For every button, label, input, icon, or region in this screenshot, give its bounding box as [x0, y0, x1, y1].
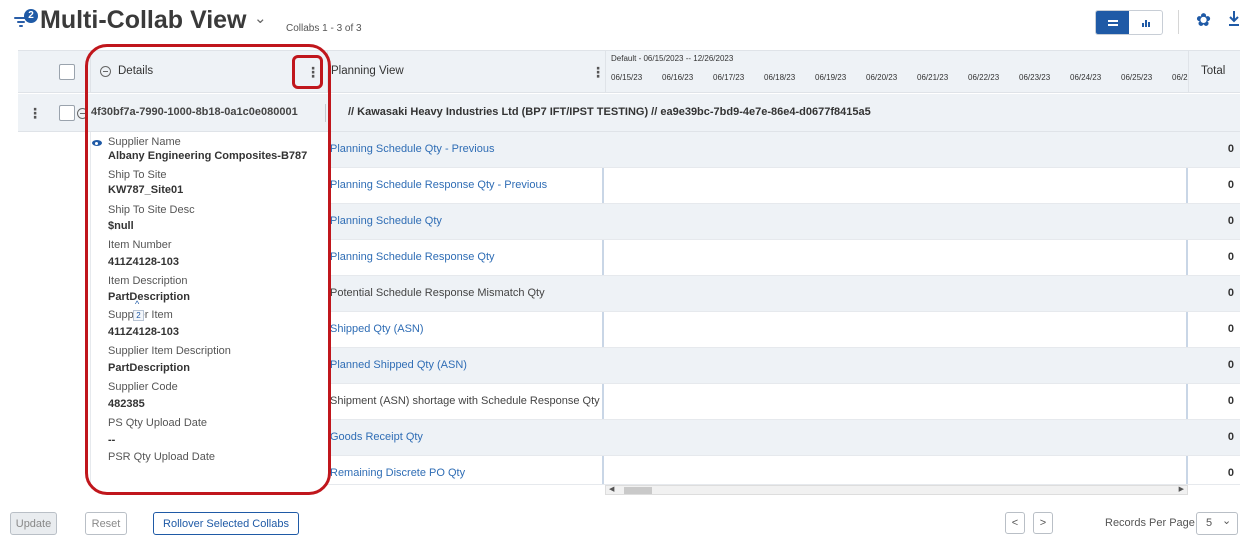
download-icon[interactable]	[1227, 8, 1241, 30]
metric-row: Planned Shipped Qty (ASN) 0	[328, 348, 1240, 384]
date-header-cell: 06/24/23	[1070, 73, 1102, 82]
details-highlight-box	[85, 44, 331, 495]
metric-total: 0	[1227, 359, 1234, 371]
filter-count-badge: 2	[24, 9, 38, 23]
planning-view-menu-icon[interactable]: ⋮	[591, 65, 605, 79]
menu-highlight-box	[292, 55, 323, 89]
rollover-selected-collabs-button[interactable]: Rollover Selected Collabs	[153, 512, 299, 535]
metric-total: 0	[1227, 251, 1234, 263]
date-header-cell: 06/19/23	[815, 73, 847, 82]
planning-view-column-header: Planning View ⋮	[327, 51, 605, 93]
select-column-header	[18, 51, 90, 93]
metric-total: 0	[1227, 179, 1234, 191]
view-toggle	[1095, 10, 1163, 35]
collab-count: Collabs 1 - 3 of 3	[286, 23, 362, 34]
scroll-right-arrow-icon[interactable]: ▶	[1179, 486, 1184, 494]
metric-link[interactable]: Planning Schedule Response Qty	[330, 251, 495, 263]
metric-link[interactable]: Planned Shipped Qty (ASN)	[330, 359, 467, 371]
records-per-page-select[interactable]: 5 ⌄	[1196, 512, 1238, 535]
metric-total: 0	[1227, 287, 1234, 299]
page-header: 2 Multi-Collab View ⌄ Collabs 1 - 3 of 3…	[0, 0, 1255, 44]
reset-button[interactable]: Reset	[85, 512, 127, 535]
metric-link[interactable]: Shipped Qty (ASN)	[330, 323, 424, 335]
metric-total: 0	[1227, 467, 1234, 479]
metric-link[interactable]: Planning Schedule Response Qty - Previou…	[330, 179, 547, 191]
update-button[interactable]: Update	[10, 512, 57, 535]
list-icon	[1107, 19, 1118, 26]
horizontal-scrollbar[interactable]: ◀ ▶	[605, 485, 1188, 495]
date-range-label: Default - 06/15/2023 -- 12/26/2023	[611, 54, 734, 63]
metric-row: Shipped Qty (ASN) 0	[328, 312, 1240, 348]
planning-view-header-label: Planning View	[331, 65, 404, 77]
title-dropdown-chevron-icon[interactable]: ⌄	[254, 9, 267, 27]
metric-row: Shipment (ASN) shortage with Schedule Re…	[328, 384, 1240, 420]
date-columns-header: Default - 06/15/2023 -- 12/26/2023 06/15…	[605, 51, 1188, 93]
metric-total: 0	[1227, 431, 1234, 443]
date-header-cell: 06/15/23	[611, 73, 643, 82]
chevron-down-icon: ⌄	[1222, 515, 1232, 527]
total-header-label: Total	[1201, 65, 1226, 77]
metric-link[interactable]: Remaining Discrete PO Qty	[330, 467, 465, 479]
row-actions-menu-icon[interactable]: ⋮	[28, 106, 42, 120]
metric-label: Shipment (ASN) shortage with Schedule Re…	[330, 395, 600, 407]
metric-total: 0	[1227, 395, 1234, 407]
collab-partner-label: // Kawasaki Heavy Industries Ltd (BP7 IF…	[348, 106, 871, 118]
records-per-page-value: 5	[1206, 517, 1213, 529]
gear-icon[interactable]: ✿	[1196, 10, 1211, 31]
bar-chart-icon	[1141, 19, 1150, 27]
records-per-page-label: Records Per Page	[1105, 517, 1195, 529]
metric-row: Planning Schedule Response Qty 0	[328, 240, 1240, 276]
metric-row: Planning Schedule Qty 0	[328, 204, 1240, 240]
date-header-cell: 06/20/23	[866, 73, 898, 82]
row-select-checkbox[interactable]	[59, 105, 75, 121]
date-header-cell: 06/25/23	[1121, 73, 1153, 82]
toolbar-divider	[1178, 10, 1179, 34]
metric-link[interactable]: Planning Schedule Qty	[330, 215, 442, 227]
date-header-cell: 06/18/23	[764, 73, 796, 82]
date-header-cell: 06/22/23	[968, 73, 1000, 82]
date-header-cell: 06/21/23	[917, 73, 949, 82]
metric-total: 0	[1227, 143, 1234, 155]
scrollbar-thumb[interactable]	[624, 487, 652, 494]
total-column-header: Total	[1188, 51, 1240, 93]
metric-row: Potential Schedule Response Mismatch Qty…	[328, 276, 1240, 312]
list-view-button[interactable]	[1096, 11, 1129, 34]
date-header-cell: 06/16/23	[662, 73, 694, 82]
date-header-cell: 06/23/23	[1019, 73, 1051, 82]
date-header-cell: 06/17/23	[713, 73, 745, 82]
metric-link[interactable]: Planning Schedule Qty - Previous	[330, 143, 494, 155]
chart-view-button[interactable]	[1129, 11, 1162, 34]
date-header-cell: 06/26/23	[1172, 73, 1188, 82]
metric-total: 0	[1227, 215, 1234, 227]
metric-label: Potential Schedule Response Mismatch Qty	[330, 287, 545, 299]
scroll-left-arrow-icon[interactable]: ◀	[609, 486, 614, 494]
select-all-checkbox[interactable]	[59, 64, 75, 80]
metric-link[interactable]: Goods Receipt Qty	[330, 431, 423, 443]
next-page-button[interactable]: >	[1033, 512, 1053, 534]
metric-total: 0	[1227, 323, 1234, 335]
metric-row: Planning Schedule Response Qty - Previou…	[328, 168, 1240, 204]
metric-row: Goods Receipt Qty 0	[328, 420, 1240, 456]
metric-row: Remaining Discrete PO Qty 0	[328, 456, 1240, 485]
page-title: Multi-Collab View	[40, 6, 247, 34]
previous-page-button[interactable]: <	[1005, 512, 1025, 534]
metric-row: Planning Schedule Qty - Previous 0	[328, 132, 1240, 168]
